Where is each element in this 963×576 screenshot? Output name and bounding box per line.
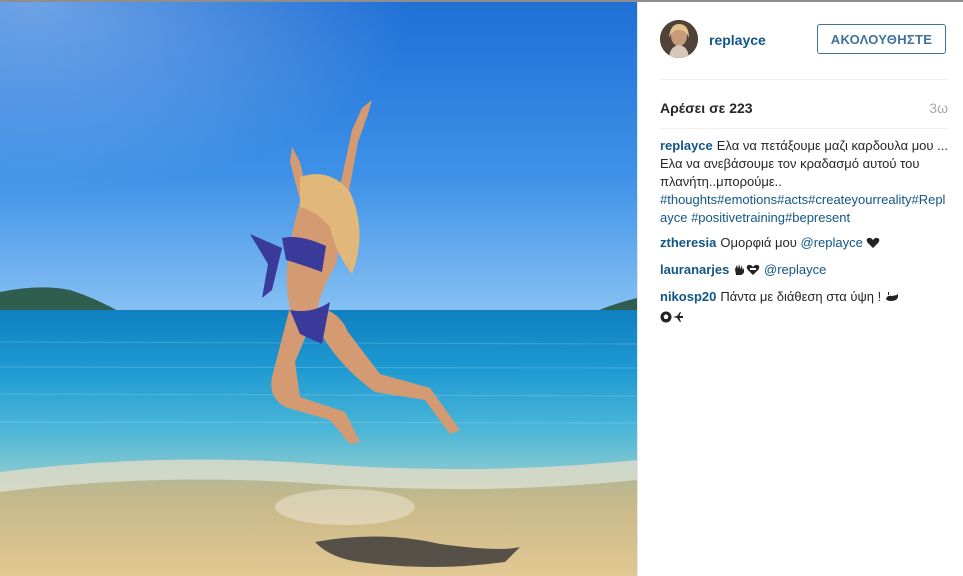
comment-username[interactable]: nikosp20 bbox=[660, 289, 716, 304]
whale-icon bbox=[885, 290, 899, 308]
comment-text: Πάντα με διάθεση στα ύψη ! bbox=[720, 289, 882, 304]
post-details-panel: replayce ΑΚΟΛΟΥΘΗΣΤΕ Αρέσει σε 223 3ω re… bbox=[638, 2, 963, 576]
soccer-ball-icon bbox=[660, 310, 672, 328]
avatar-image bbox=[660, 20, 698, 58]
likes-count[interactable]: Αρέσει σε 223 bbox=[660, 100, 753, 116]
black-heart-icon bbox=[866, 236, 880, 254]
avatar[interactable] bbox=[660, 20, 698, 58]
post-photo[interactable] bbox=[0, 2, 637, 576]
comment-username[interactable]: replayce bbox=[660, 138, 713, 153]
comment-text: Ομορφιά μου bbox=[720, 235, 797, 250]
comment-mention[interactable]: @replayce bbox=[764, 262, 826, 277]
list-item: ztheresia Ομορφιά μου @replayce bbox=[660, 234, 950, 254]
follow-button[interactable]: ΑΚΟΛΟΥΘΗΣΤΕ bbox=[817, 24, 946, 54]
caption-comment: replayce Ελα να πετάξουμε μαζι καρδουλα μ… bbox=[660, 137, 950, 227]
beach-jump-photo bbox=[0, 2, 637, 576]
list-item: lauranarjes @replayce bbox=[660, 261, 950, 281]
header-separator bbox=[660, 79, 948, 80]
heart-icon bbox=[746, 263, 760, 281]
likes-separator bbox=[660, 128, 948, 129]
waving-hand-icon bbox=[733, 263, 746, 281]
comment-username[interactable]: ztheresia bbox=[660, 235, 716, 250]
airplane-icon bbox=[672, 310, 684, 328]
comments-list: replayce Ελα να πετάξουμε μαζι καρδουλα μ… bbox=[660, 137, 950, 335]
comment-hashtags[interactable]: #thoughts#emotions#acts#createyourrealit… bbox=[660, 192, 945, 225]
post-username[interactable]: replayce bbox=[709, 32, 766, 48]
comment-mention[interactable]: @replayce bbox=[801, 235, 863, 250]
post-header: replayce ΑΚΟΛΟΥΘΗΣΤΕ bbox=[638, 2, 963, 80]
post-time[interactable]: 3ω bbox=[929, 100, 948, 116]
likes-row: Αρέσει σε 223 3ω bbox=[660, 100, 948, 120]
list-item: nikosp20 Πάντα με διάθεση στα ύψη ! bbox=[660, 288, 950, 328]
comment-username[interactable]: lauranarjes bbox=[660, 262, 729, 277]
